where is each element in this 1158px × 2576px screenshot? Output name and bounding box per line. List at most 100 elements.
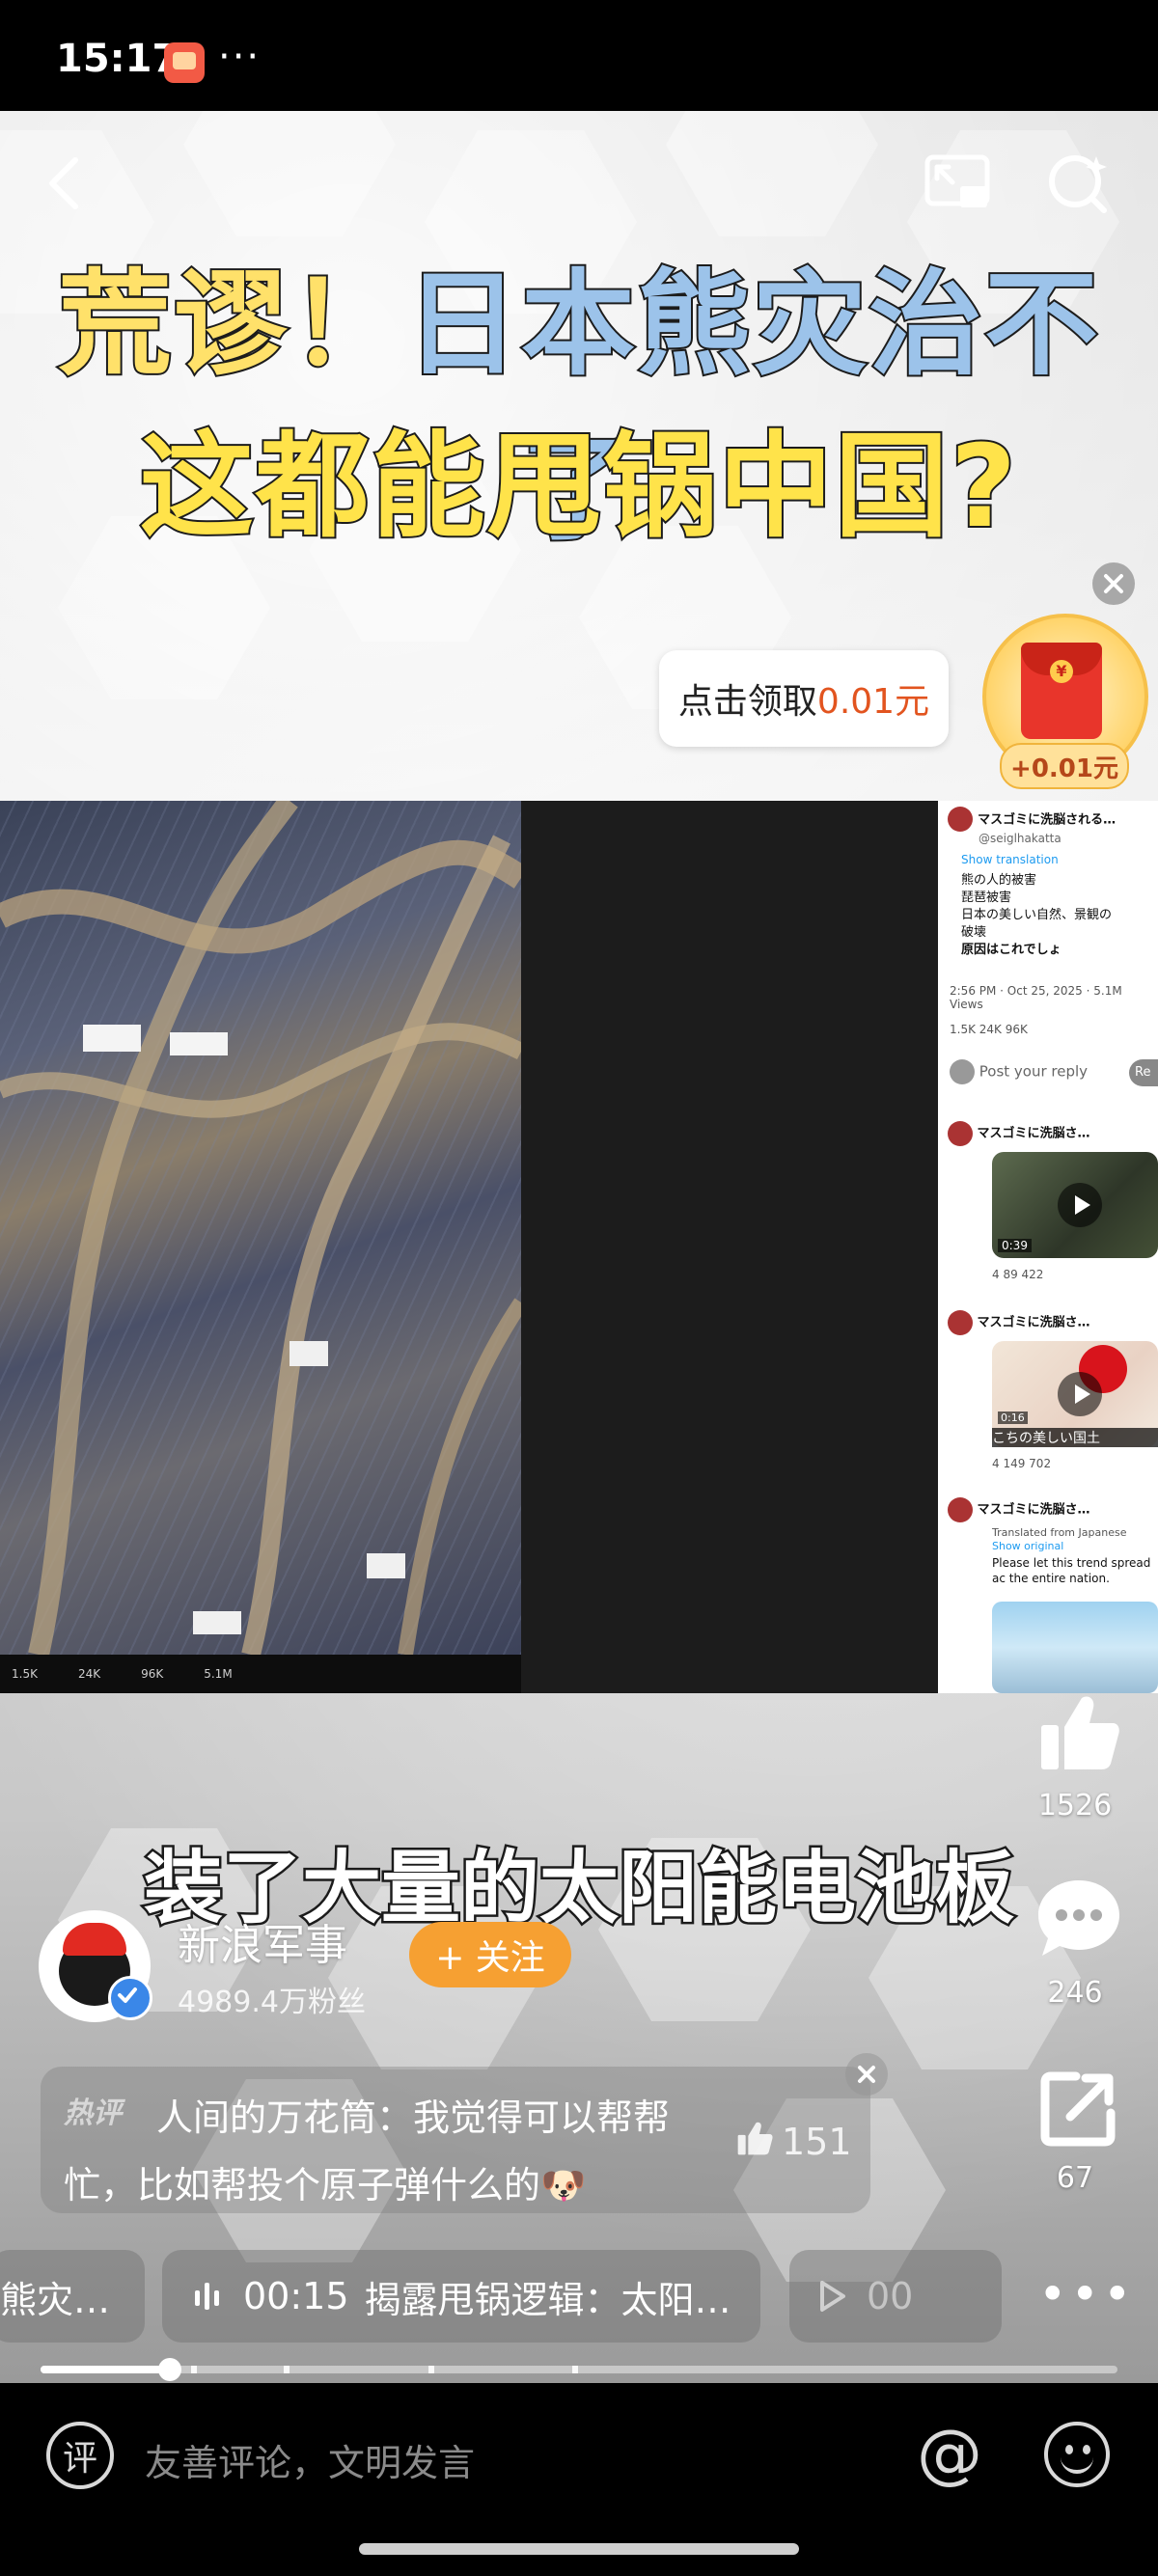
close-icon bbox=[1104, 574, 1123, 593]
comment-icon bbox=[1038, 1880, 1119, 1956]
dimmed-tweet-pane bbox=[521, 801, 938, 1693]
check-icon bbox=[118, 1987, 137, 2003]
tweet-line: 原因はこれでしょ bbox=[961, 943, 1062, 957]
chapter-marker bbox=[427, 2366, 434, 2373]
chapter-current-time: 00:15 bbox=[243, 2275, 349, 2317]
reply3-video-thumb bbox=[992, 1602, 1158, 1693]
tweet-body: 熊の人的被害 琵琶被害 日本の美しい自然、景観の 破壊 原因はこれでしょ bbox=[950, 872, 1112, 959]
status-time: 15:17 bbox=[56, 37, 179, 81]
reply2-avatar bbox=[948, 1310, 973, 1335]
verified-badge bbox=[108, 1976, 152, 2020]
reply1-avatar bbox=[948, 1121, 973, 1146]
tweet-header: マスゴミに洗脳される… @seiglhakatta bbox=[948, 807, 1158, 845]
chapter-chip-next[interactable]: 00 bbox=[789, 2250, 1002, 2343]
status-bar: 15:17 ··· bbox=[0, 0, 1158, 111]
photo-stat-retweets: 24K bbox=[77, 1667, 101, 1681]
play-icon bbox=[1058, 1372, 1102, 1416]
pip-button[interactable] bbox=[919, 145, 996, 222]
back-button[interactable] bbox=[25, 145, 102, 222]
hot-comment-text: 人间的万花筒：我觉得可以帮帮忙，比如帮投个原子弹什么的🐶 bbox=[64, 2096, 671, 2206]
photo-tweet-stats: 1.5K 24K 96K 5.1M bbox=[0, 1655, 521, 1693]
reply3-avatar bbox=[948, 1497, 973, 1522]
chapter-marker bbox=[284, 2366, 290, 2373]
author-name[interactable]: 新浪军事 bbox=[178, 1910, 347, 1972]
reply3-name: マスゴミに洗脳さ… bbox=[977, 1502, 1090, 1518]
photo-stat-likes: 96K bbox=[141, 1667, 164, 1681]
comment-button[interactable] bbox=[1031, 1870, 1127, 1966]
reply2-header: マスゴミに洗脳さ… bbox=[948, 1310, 1090, 1335]
hot-comment-close-button[interactable] bbox=[845, 2053, 888, 2096]
reply-box: Post your reply bbox=[950, 1059, 1088, 1084]
reply1-duration: 0:39 bbox=[998, 1239, 1032, 1252]
reply2-stats: 4 149 702 bbox=[992, 1457, 1052, 1470]
chapter-next-label: 00 bbox=[867, 2275, 914, 2317]
share-count: 67 bbox=[1056, 2161, 1094, 2195]
tweet-line: 破壊 bbox=[961, 925, 987, 940]
title-part-a: 荒谬！ bbox=[56, 256, 405, 393]
tweet-actions: 1.5K 24K 96K bbox=[950, 1023, 1028, 1036]
reply1-stats: 4 89 422 bbox=[992, 1268, 1044, 1281]
progress-track[interactable] bbox=[41, 2366, 1117, 2373]
tweet-translate-link: Show translation bbox=[961, 853, 1059, 866]
home-indicator bbox=[359, 2543, 799, 2555]
progress-fill bbox=[41, 2366, 170, 2373]
mention-icon[interactable]: @ bbox=[917, 2418, 982, 2491]
video-title-line2: 这都能甩锅中国? bbox=[138, 418, 1019, 555]
red-packet-prompt[interactable]: 点击领取 0.01元 bbox=[659, 650, 949, 747]
search-button[interactable] bbox=[1040, 145, 1117, 222]
tweet-thread: マスゴミに洗脳される… @seiglhakatta Show translati… bbox=[938, 801, 1158, 1693]
like-button[interactable] bbox=[1031, 1684, 1127, 1780]
reply3-text: Please let this trend spread ac the enti… bbox=[992, 1556, 1151, 1585]
embedded-screenshot: 1.5K 24K 96K 5.1M マスゴミに洗脳される… @seiglhaka… bbox=[0, 801, 1158, 1693]
chapter-chip-prev[interactable]: 熊灾… bbox=[0, 2250, 145, 2343]
share-icon bbox=[1040, 2071, 1116, 2147]
hot-comment-like-button[interactable] bbox=[735, 2119, 774, 2161]
chapter-current-title: 揭露甩锅逻辑：太阳… bbox=[364, 2278, 731, 2321]
reply-avatar bbox=[950, 1059, 975, 1084]
more-options-icon[interactable]: ••• bbox=[1038, 2270, 1135, 2318]
follow-button[interactable]: + 关注 bbox=[409, 1922, 571, 1987]
comment-compose-icon[interactable]: 评 bbox=[46, 2422, 114, 2489]
tweet-line: 日本の美しい自然、景観の bbox=[961, 908, 1113, 922]
play-icon bbox=[820, 2281, 845, 2312]
tweet-line: 琵琶被害 bbox=[961, 891, 1012, 905]
picture-in-picture-icon bbox=[924, 154, 990, 207]
close-icon bbox=[858, 2066, 875, 2083]
play-icon bbox=[1058, 1183, 1102, 1227]
photo-stat-replies: 1.5K bbox=[12, 1667, 38, 1681]
solar-panel-aerial-photo bbox=[0, 801, 521, 1655]
thumbs-up-icon bbox=[737, 2122, 773, 2155]
chapter-marker bbox=[572, 2366, 579, 2373]
chapter-chip-current[interactable]: 00:15 揭露甩锅逻辑：太阳… bbox=[162, 2250, 760, 2343]
red-packet-close-button[interactable] bbox=[1092, 562, 1135, 605]
search-icon bbox=[1049, 155, 1107, 213]
comment-input[interactable]: 友善评论，文明发言 bbox=[145, 2433, 475, 2486]
photo-stat-views: 5.1M bbox=[204, 1667, 233, 1681]
progress-knob[interactable] bbox=[157, 2358, 181, 2381]
tweet-line: 熊の人的被害 bbox=[961, 873, 1037, 888]
comment-count: 246 bbox=[1047, 1976, 1103, 2010]
reply1-name: マスゴミに洗脳さ… bbox=[977, 1126, 1090, 1141]
share-button[interactable] bbox=[1031, 2060, 1127, 2156]
app-icon bbox=[164, 42, 205, 83]
audio-bars-icon bbox=[195, 2283, 219, 2310]
reply2-name: マスゴミに洗脳さ… bbox=[977, 1315, 1090, 1330]
reply-placeholder: Post your reply bbox=[979, 1062, 1089, 1081]
tweet-handle: @seiglhakatta bbox=[979, 832, 1062, 845]
red-packet-reward-badge: +0.01元 bbox=[1000, 743, 1129, 789]
hillside-terrain bbox=[0, 801, 521, 1655]
author-fans: 4989.4万粉丝 bbox=[178, 1986, 366, 2019]
reply3-show-original: Show original bbox=[992, 1540, 1064, 1552]
thumbs-up-icon bbox=[1041, 1696, 1119, 1769]
chapter-prev-label: 熊灾… bbox=[0, 2278, 111, 2321]
tweet-avatar bbox=[948, 807, 973, 832]
reply1-header: マスゴミに洗脳さ… bbox=[948, 1121, 1090, 1146]
red-packet-amount: 0.01元 bbox=[816, 682, 930, 722]
reply2-video-thumb: 0:16 こちの美しい国土 bbox=[992, 1341, 1158, 1447]
status-more-icon: ··· bbox=[218, 35, 262, 79]
reply1-video-thumb: 0:39 bbox=[992, 1152, 1158, 1258]
red-packet-prompt-text: 点击领取 bbox=[677, 682, 817, 722]
chevron-left-icon bbox=[49, 157, 78, 209]
reply2-caption: こちの美しい国土 bbox=[992, 1428, 1158, 1447]
reply2-duration: 0:16 bbox=[998, 1411, 1028, 1424]
